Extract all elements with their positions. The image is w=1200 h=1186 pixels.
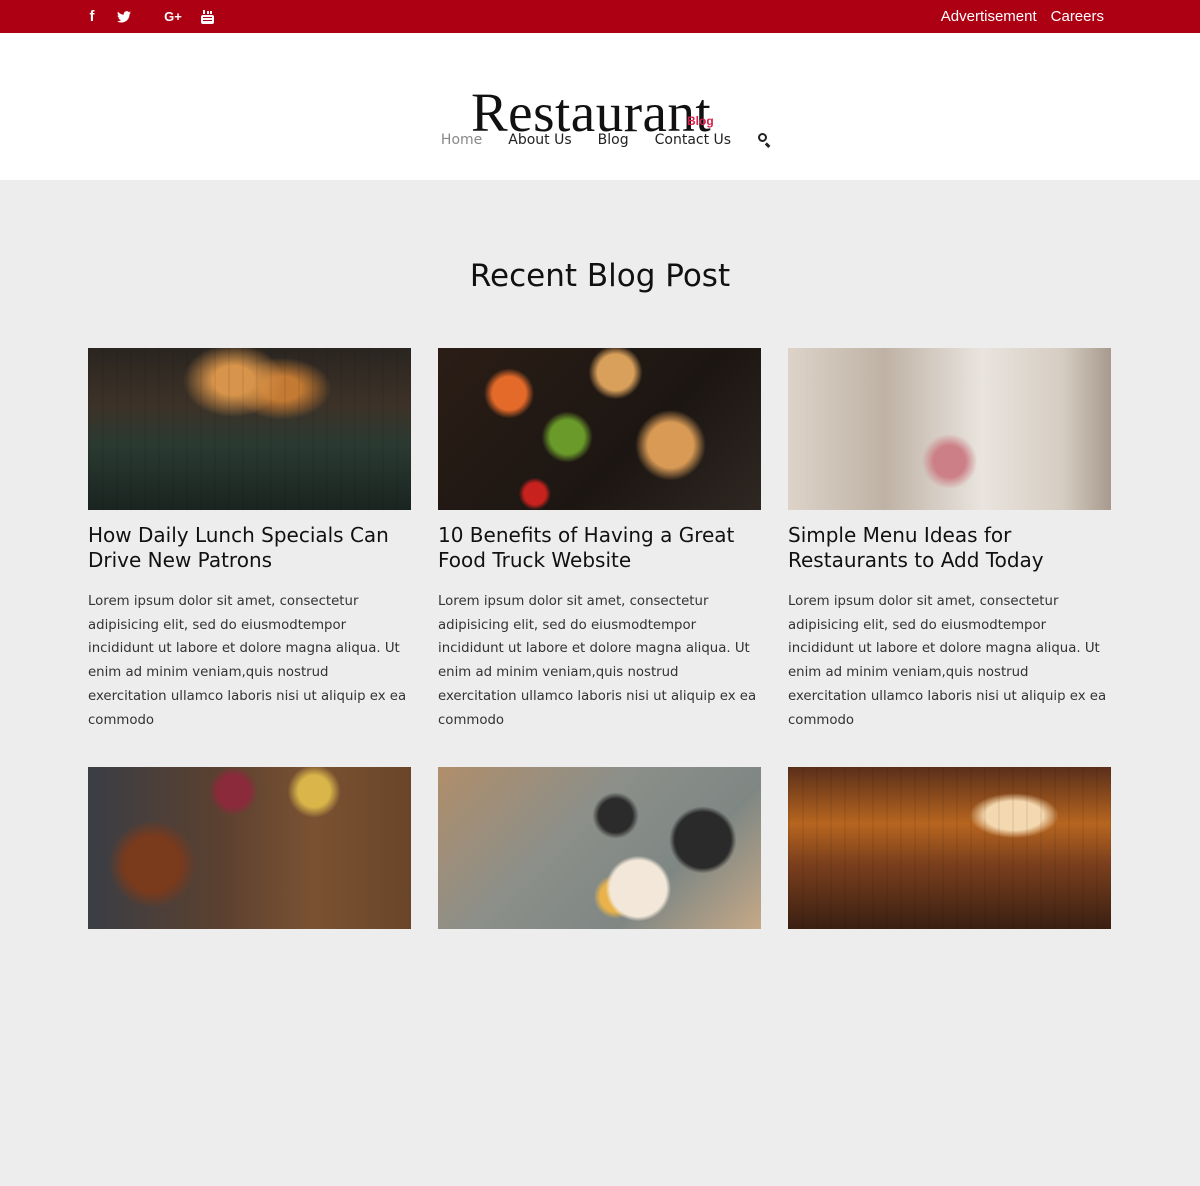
blog-post-card[interactable]	[438, 767, 761, 1186]
section-title: Recent Blog Post	[469, 258, 731, 294]
post-thumbnail[interactable]	[88, 348, 411, 510]
social-links: f G+	[86, 7, 214, 27]
nav-contact-us[interactable]: Contact Us	[655, 132, 731, 148]
careers-link[interactable]: Careers	[1051, 8, 1104, 25]
blog-post-card[interactable]	[788, 767, 1111, 1186]
blog-post-card[interactable]: Simple Menu Ideas for Restaurants to Add…	[788, 348, 1111, 767]
post-excerpt: Lorem ipsum dolor sit amet, consectetur …	[88, 594, 407, 728]
nav-home[interactable]: Home	[441, 132, 482, 148]
post-thumbnail[interactable]	[788, 767, 1111, 929]
post-title[interactable]: Simple Menu Ideas for Restaurants to Add…	[788, 523, 1108, 573]
post-excerpt: Lorem ipsum dolor sit amet, consectetur …	[788, 594, 1107, 728]
blog-post-card[interactable]	[88, 767, 411, 1186]
blog-post-card[interactable]: 10 Benefits of Having a Great Food Truck…	[438, 348, 761, 767]
logo-sub-text: Blog	[687, 114, 714, 128]
post-thumbnail[interactable]	[88, 767, 411, 929]
post-thumbnail[interactable]	[438, 767, 761, 929]
top-bar: f G+ Advertisement Careers	[0, 0, 1200, 33]
google-plus-icon[interactable]: G+	[162, 7, 184, 27]
blog-post-card[interactable]: How Daily Lunch Specials Can Drive New P…	[88, 348, 411, 767]
main-nav: Home About Us Blog Contact Us	[0, 132, 1200, 148]
twitter-icon[interactable]	[116, 7, 132, 27]
post-thumbnail[interactable]	[438, 348, 761, 510]
search-icon[interactable]	[757, 132, 773, 148]
facebook-icon[interactable]: f	[86, 7, 98, 27]
post-title[interactable]: How Daily Lunch Specials Can Drive New P…	[88, 523, 408, 573]
nav-blog[interactable]: Blog	[598, 132, 629, 148]
site-header: Restaurant Blog Home About Us Blog Conta…	[0, 33, 1200, 180]
youtube-icon[interactable]	[200, 7, 214, 27]
advertisement-link[interactable]: Advertisement	[941, 8, 1037, 25]
nav-about-us[interactable]: About Us	[508, 132, 571, 148]
blog-post-grid: How Daily Lunch Specials Can Drive New P…	[88, 348, 1111, 1186]
post-title[interactable]: 10 Benefits of Having a Great Food Truck…	[438, 523, 758, 573]
post-thumbnail[interactable]	[788, 348, 1111, 510]
post-excerpt: Lorem ipsum dolor sit amet, consectetur …	[438, 594, 757, 728]
top-links: Advertisement Careers	[941, 8, 1104, 25]
